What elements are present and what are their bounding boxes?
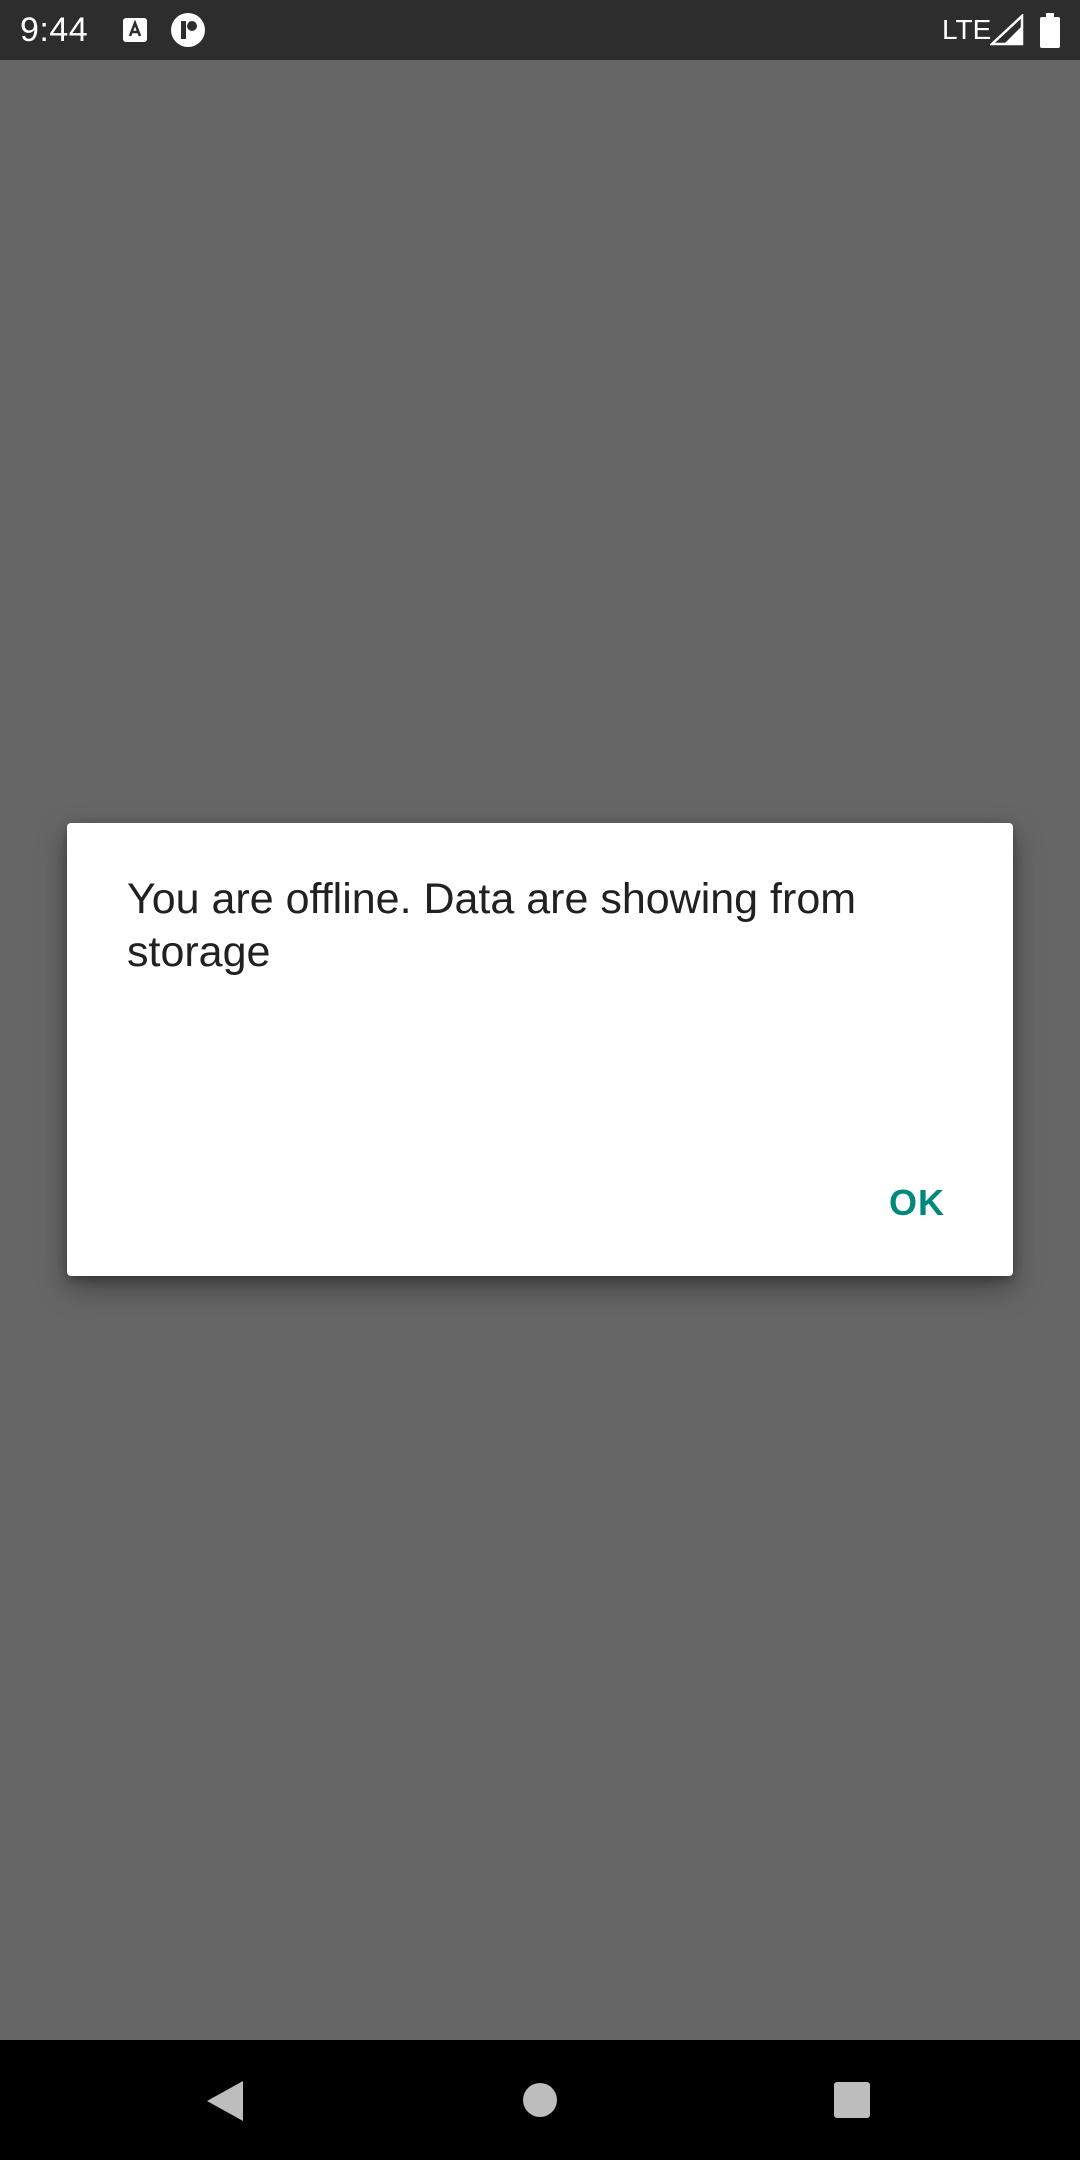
- network-type-label: LTE: [942, 14, 992, 45]
- status-time: 9:44: [20, 11, 89, 49]
- status-bar: 9:44 LTE: [0, 0, 1080, 60]
- recents-icon[interactable]: [833, 2081, 871, 2119]
- signal-icon: [990, 14, 1024, 46]
- offline-alert-dialog: You are offline. Data are showing from s…: [67, 823, 1013, 1276]
- notification-app-icon: [171, 13, 205, 47]
- ok-button[interactable]: OK: [873, 1170, 961, 1236]
- home-icon[interactable]: [522, 2082, 558, 2118]
- notification-a-icon: [123, 18, 147, 42]
- back-icon[interactable]: [205, 2079, 245, 2123]
- navigation-bar: [0, 2040, 1080, 2160]
- dialog-message: You are offline. Data are showing from s…: [127, 875, 857, 976]
- battery-icon: [1040, 13, 1060, 48]
